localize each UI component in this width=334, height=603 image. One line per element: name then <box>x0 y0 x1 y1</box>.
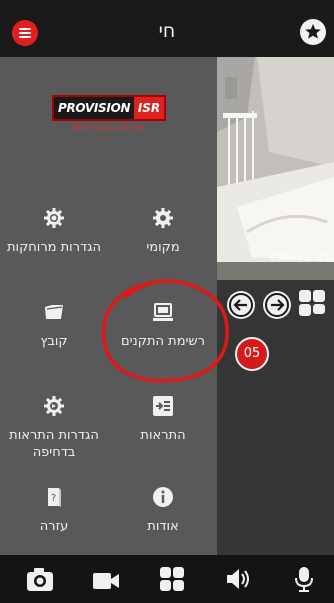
menu-item-push-alert-settings[interactable]: הגדרות התראות בדחיפה <box>0 395 108 461</box>
side-menu: PROVISION ISR More you can see מקומי הגד… <box>0 57 217 555</box>
push-settings-icon <box>44 396 64 416</box>
menu-item-local[interactable]: מקומי <box>109 207 217 256</box>
menu-item-device-list-label: רשימת התקנים <box>121 334 205 349</box>
menu-item-alerts[interactable]: התראות <box>109 395 217 444</box>
video-record-icon[interactable] <box>91 565 121 593</box>
info-icon <box>153 487 173 507</box>
logo-brand: PROVISION <box>54 97 134 119</box>
menu-item-about[interactable]: אודות <box>109 486 217 535</box>
svg-text:?: ? <box>51 493 56 504</box>
logo-mark: ISR <box>134 97 164 119</box>
speaker-icon[interactable] <box>223 565 253 593</box>
device-pane <box>217 280 334 555</box>
menu-item-alerts-label: התראות <box>140 428 186 443</box>
provision-logo: PROVISION ISR More you can see <box>52 95 166 137</box>
menu-item-device-list[interactable]: רשימת התקנים <box>109 301 217 350</box>
menu-item-remote-settings[interactable]: הגדרות מרוחקות <box>0 207 108 256</box>
remote-settings-icon <box>44 208 64 228</box>
menu-item-push-alert-settings-label: הגדרות התראות בדחיפה <box>9 428 99 460</box>
device-list-icon <box>153 303 173 321</box>
menu-item-help[interactable]: ? עזרה <box>0 486 108 535</box>
arrow-left-icon[interactable] <box>227 291 255 319</box>
arrow-right-icon[interactable] <box>263 291 291 319</box>
menu-item-file[interactable]: קובץ <box>0 301 108 350</box>
grid-view-icon[interactable] <box>157 565 187 593</box>
top-bar: חי <box>0 0 334 57</box>
folder-icon <box>45 305 63 319</box>
camera-icon[interactable] <box>25 565 55 593</box>
page-title: חי <box>158 20 176 42</box>
help-book-icon: ? <box>48 488 61 507</box>
live-video-feed[interactable]: Camera 01 <box>217 57 334 280</box>
star-icon[interactable] <box>300 19 326 45</box>
menu-item-help-label: עזרה <box>39 519 69 534</box>
camera-label: Camera 01 <box>270 251 330 264</box>
bottom-toolbar <box>0 555 334 603</box>
menu-item-about-label: אודות <box>147 519 179 534</box>
menu-item-remote-settings-label: הגדרות מרוחקות <box>6 240 101 255</box>
annotation-step-badge: 05 <box>235 337 269 371</box>
gear-icon <box>153 208 173 228</box>
microphone-icon[interactable] <box>289 565 319 593</box>
logo-tagline: More you can see <box>73 123 145 132</box>
menu-item-file-label: קובץ <box>40 334 68 349</box>
video-frame <box>217 57 334 280</box>
menu-item-local-label: מקומי <box>146 240 180 255</box>
layout-grid-icon[interactable] <box>299 290 327 318</box>
alerts-icon <box>153 396 173 416</box>
